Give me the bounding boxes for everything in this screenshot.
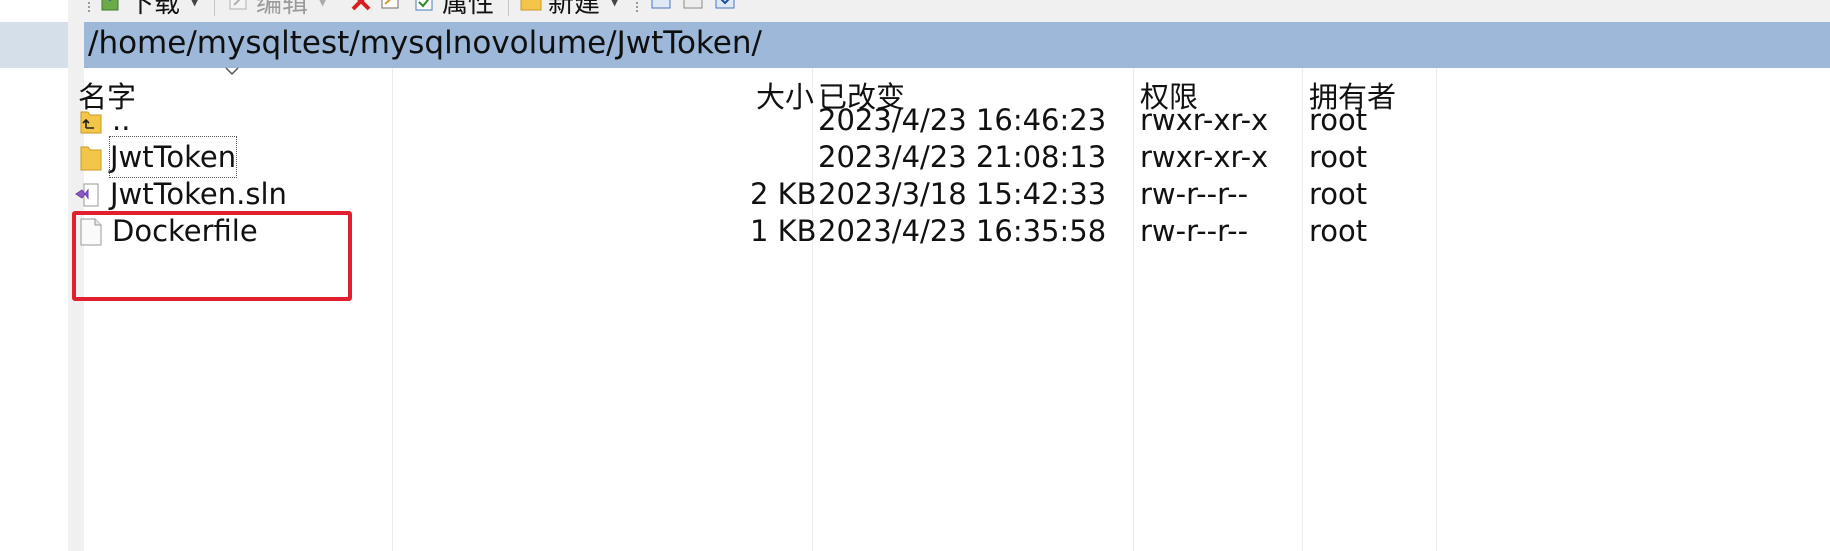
panel-icon xyxy=(683,0,703,9)
file-row-parent[interactable]: .. 2023/4/23 16:46:23 rwxr-xr-x root xyxy=(80,100,1830,140)
properties-icon xyxy=(415,0,433,11)
properties-label: 属性 xyxy=(442,0,495,19)
edit-icon xyxy=(229,0,247,10)
edit-button[interactable]: 编辑 ▼ xyxy=(228,0,327,19)
file-permissions: rwxr-xr-x xyxy=(1140,103,1269,137)
file-modified: 2023/3/18 15:42:33 xyxy=(818,177,1107,211)
toolbar-divider xyxy=(508,0,509,16)
sort-descending-icon xyxy=(225,67,239,76)
file-owner: root xyxy=(1309,103,1368,137)
file-size: 2 KB xyxy=(750,177,817,211)
download-icon xyxy=(101,0,119,11)
tree-selected-node[interactable] xyxy=(0,22,68,68)
file-permissions: rwxr-xr-x xyxy=(1140,140,1269,174)
toolbar-grip[interactable] xyxy=(88,2,94,12)
folder-icon xyxy=(80,146,102,171)
file-owner: root xyxy=(1309,177,1368,211)
filter-button[interactable] xyxy=(714,0,736,16)
toolbar-grip[interactable] xyxy=(636,2,642,12)
file-permissions: rw-r--r-- xyxy=(1140,214,1249,248)
chevron-down-icon[interactable]: ▼ xyxy=(190,0,199,8)
download-button[interactable]: 下载 ▼ xyxy=(100,0,199,19)
chevron-down-icon[interactable]: ▼ xyxy=(610,0,619,8)
delete-icon xyxy=(351,0,371,11)
current-path: /home/mysqltest/mysqlnovolume/JwtToken/ xyxy=(88,25,762,61)
annotation-highlight-box xyxy=(72,211,352,301)
file-name: .. xyxy=(112,103,131,137)
toolbar-divider xyxy=(214,0,215,16)
file-row-jwttoken-folder[interactable]: JwtToken 2023/4/23 21:08:13 rwxr-xr-x ro… xyxy=(80,136,1830,178)
view-toggle-button[interactable] xyxy=(682,0,704,16)
new-button[interactable]: 新建 ▼ xyxy=(520,0,619,19)
file-row-jwttoken-sln[interactable]: JwtToken.sln 2 KB 2023/3/18 15:42:33 rw-… xyxy=(75,174,1830,214)
properties-button[interactable]: 属性 xyxy=(414,0,494,19)
file-modified: 2023/4/23 16:35:58 xyxy=(818,214,1107,248)
delete-button[interactable] xyxy=(350,0,372,16)
view-toggle-button[interactable] xyxy=(650,0,672,16)
file-permissions: rw-r--r-- xyxy=(1140,177,1249,211)
rename-icon xyxy=(381,0,399,9)
filter-icon xyxy=(715,0,735,9)
toolbar: 下载 ▼ 编辑 ▼ 属性 新建 ▼ xyxy=(84,0,1830,22)
path-bar[interactable]: /home/mysqltest/mysqlnovolume/JwtToken/ xyxy=(84,22,1830,69)
new-label: 新建 xyxy=(548,0,601,19)
file-owner: root xyxy=(1309,214,1368,248)
file-modified: 2023/4/23 16:46:23 xyxy=(818,103,1107,137)
folder-tree-pane[interactable] xyxy=(0,0,69,551)
edit-label: 编辑 xyxy=(256,0,309,19)
parent-folder-icon xyxy=(80,111,102,134)
file-modified: 2023/4/23 21:08:13 xyxy=(818,140,1107,174)
rename-button[interactable] xyxy=(380,0,402,16)
file-name: JwtToken.sln xyxy=(110,177,287,211)
file-name: JwtToken xyxy=(108,136,238,178)
visual-studio-solution-icon xyxy=(75,183,99,207)
file-size: 1 KB xyxy=(750,214,817,248)
file-owner: root xyxy=(1309,140,1368,174)
download-label: 下载 xyxy=(128,0,181,19)
panel-icon xyxy=(651,0,671,9)
new-folder-icon xyxy=(520,0,542,11)
chevron-down-icon[interactable]: ▼ xyxy=(318,0,327,8)
